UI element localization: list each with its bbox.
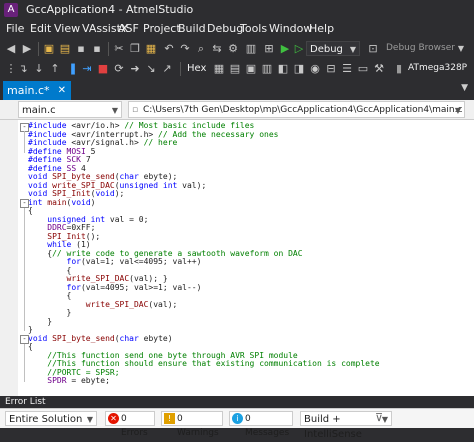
debug-toolbar: ⋮ ↴ ↓ ↑ ❚ ⇥ ■ ⟳ ➜ ↘ ↗ Hex ▦ ▤ ▣ ▥ ◧ ◨ ◉ … [0, 59, 474, 79]
chevron-down-icon: ▼ [349, 45, 356, 54]
pause-icon[interactable]: ❚ [66, 62, 80, 76]
navigation-bar: main.c ▼ ▫ C:\Users\7th Gen\Desktop\mp\Gc… [0, 100, 474, 120]
outline-guide [24, 207, 25, 331]
file-path-combo[interactable]: ▫ C:\Users\7th Gen\Desktop\mp\GccApplica… [128, 101, 465, 118]
error-list-toolbar: Entire Solution ▼ ✕ 0 Errors ! 0 Warnings… [0, 408, 474, 440]
warning-icon: ! [164, 413, 175, 424]
menu-bar: File Edit View VAssistX ASF Project Buil… [0, 20, 474, 39]
step-out-icon[interactable]: ↑ [48, 62, 62, 76]
title-bar: A GccApplication4 - AtmelStudio [0, 0, 474, 20]
close-icon[interactable]: ✕ [58, 81, 66, 100]
standard-toolbar: ◀ ▶ ▣ ▤ ▪ ▪ ✂ ❐ ▦ ↶ ↷ ⌕ ⇆ ⚙ ▥ ⊞ ▶ ▷ Debu… [0, 39, 474, 59]
disassembly-icon[interactable]: ▥ [260, 62, 274, 76]
outline-guide [24, 131, 25, 153]
hex-button[interactable]: Hex [187, 63, 206, 74]
toolbar-separator [38, 42, 39, 56]
file-icon: ▫ [132, 105, 139, 115]
locals-icon[interactable]: ◨ [292, 62, 306, 76]
registers-icon[interactable]: ▤ [228, 62, 242, 76]
cut-icon[interactable]: ✂ [112, 42, 126, 56]
menu-view[interactable]: View [54, 22, 80, 35]
find-icon[interactable]: ⌕ [194, 42, 208, 56]
code-editor[interactable]: #include <avr/io.h> // Most basic includ… [0, 120, 474, 396]
io-view-icon[interactable]: ▣ [244, 62, 258, 76]
restart-icon[interactable]: ⟳ [112, 62, 126, 76]
menu-file[interactable]: File [6, 22, 24, 35]
output-icon[interactable]: ▭ [356, 62, 370, 76]
chevron-down-icon: ▼ [111, 106, 118, 115]
navigate-icon[interactable]: ⇆ [210, 42, 224, 56]
chevron-down-icon[interactable]: ▼ [461, 83, 468, 93]
code-line[interactable]: void SPI_byte_send(char ebyte) [28, 334, 173, 344]
start-without-debugging-icon[interactable]: ▷ [292, 42, 306, 56]
new-project-icon[interactable]: ▣ [42, 42, 56, 56]
save-all-icon[interactable]: ▪ [90, 42, 104, 56]
menu-debug[interactable]: Debug [207, 22, 243, 35]
messages-filter-button[interactable]: i 0 Messages [229, 411, 293, 438]
forward-icon[interactable]: ▶ [20, 42, 34, 56]
start-debugging-icon[interactable]: ▶ [278, 42, 292, 56]
redo-icon[interactable]: ↷ [178, 42, 192, 56]
toolbar-separator [180, 62, 181, 76]
breakpoints-icon[interactable]: ◉ [308, 62, 322, 76]
run-to-cursor-icon[interactable]: ⇥ [80, 62, 94, 76]
menu-asf[interactable]: ASF [118, 22, 139, 35]
chevron-down-icon: ▼ [454, 106, 461, 115]
chevron-down-icon: ▼ [86, 415, 93, 424]
stop-debugging-icon[interactable]: ■ [96, 62, 110, 76]
code-line[interactable]: SPDR = ebyte; [28, 376, 110, 386]
menu-help[interactable]: Help [309, 22, 334, 35]
window-title: GccApplication4 - AtmelStudio [26, 3, 194, 16]
menu-project[interactable]: Project [143, 22, 181, 35]
errors-filter-button[interactable]: ✕ 0 Errors [105, 411, 155, 438]
menu-build[interactable]: Build [178, 22, 206, 35]
open-file-icon[interactable]: ▤ [58, 42, 72, 56]
processor-icon[interactable]: ⊟ [324, 62, 338, 76]
device-selector[interactable]: ATmega328P [408, 63, 467, 73]
build-icon[interactable]: ⚙ [226, 42, 240, 56]
document-tab-row: main.c* ✕ ▼ [0, 79, 474, 100]
step-icon[interactable]: ↘ [144, 62, 158, 76]
warnings-filter-button[interactable]: ! 0 Warnings [161, 411, 223, 438]
watch-icon[interactable]: ◧ [276, 62, 290, 76]
tool-icon[interactable]: ⚒ [372, 62, 386, 76]
back-icon[interactable]: ◀ [4, 42, 18, 56]
call-stack-icon[interactable]: ☰ [340, 62, 354, 76]
info-icon: i [232, 413, 243, 424]
error-list-panel: Error List Entire Solution ▼ ✕ 0 Errors !… [0, 396, 474, 440]
solution-configuration-combo[interactable]: Debug ▼ [306, 41, 360, 56]
error-scope-combo[interactable]: Entire Solution ▼ [5, 411, 97, 426]
step-into-icon[interactable]: ↓ [32, 62, 46, 76]
file-scope-combo[interactable]: main.c ▼ [18, 101, 122, 118]
error-icon: ✕ [108, 413, 119, 424]
menu-window[interactable]: Window [269, 22, 312, 35]
show-next-statement-icon[interactable]: ➜ [128, 62, 142, 76]
menu-edit[interactable]: Edit [30, 22, 51, 35]
undo-icon[interactable]: ↶ [162, 42, 176, 56]
tab-main-c[interactable]: main.c* ✕ [3, 81, 71, 100]
toolbar-separator [108, 42, 109, 56]
menu-tools[interactable]: Tools [240, 22, 267, 35]
filter-icon[interactable]: ⊽ [372, 411, 386, 425]
copy-icon[interactable]: ❐ [128, 42, 142, 56]
indicator-margin [0, 120, 18, 396]
code-line[interactable]: int main(void) [28, 198, 95, 208]
attach-icon[interactable]: ⊞ [262, 42, 276, 56]
step-back-icon[interactable]: ↗ [160, 62, 174, 76]
step-over-icon[interactable]: ↴ [16, 62, 30, 76]
save-icon[interactable]: ▪ [74, 42, 88, 56]
atmel-studio-icon: A [4, 3, 18, 17]
error-list-title: Error List [0, 396, 474, 408]
outline-guide [24, 343, 25, 382]
memory-icon[interactable]: ▦ [212, 62, 226, 76]
chip-icon: ▮ [395, 62, 403, 75]
debug-browser-label[interactable]: Debug Browser [386, 43, 455, 53]
build-solution-icon[interactable]: ▥ [244, 42, 258, 56]
paste-icon[interactable]: ▦ [144, 42, 158, 56]
platform-icon[interactable]: ⊡ [366, 42, 380, 56]
chevron-down-icon[interactable]: ▼ [454, 42, 468, 56]
